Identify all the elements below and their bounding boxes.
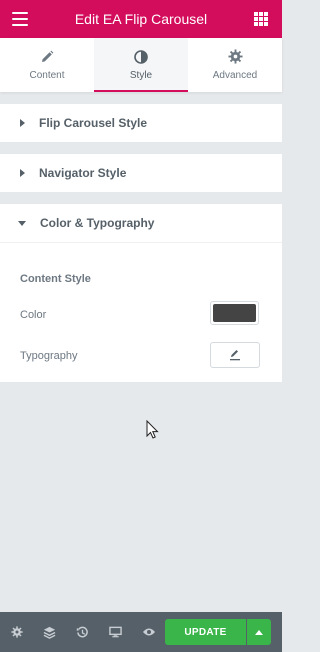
section-color-typography[interactable]: Color & Typography [0, 204, 282, 242]
update-options-button[interactable] [247, 619, 271, 645]
update-button[interactable]: UPDATE [165, 619, 246, 645]
settings-gear-icon[interactable] [0, 612, 33, 652]
responsive-desktop-icon[interactable] [99, 612, 132, 652]
tab-style-label: Style [129, 69, 153, 81]
widgets-grid-icon[interactable] [254, 12, 268, 26]
color-swatch [213, 304, 256, 322]
typography-label: Typography [20, 350, 78, 362]
group-heading: Content Style [20, 273, 91, 285]
tab-content[interactable]: Content [0, 38, 94, 92]
color-picker-button[interactable] [210, 301, 259, 325]
header-title: Edit EA Flip Carousel [74, 11, 208, 27]
tab-style[interactable]: Style [94, 38, 188, 92]
caret-up-icon [255, 629, 263, 635]
history-icon[interactable] [66, 612, 99, 652]
tab-advanced-label: Advanced [212, 70, 258, 81]
mouse-cursor-icon [146, 420, 159, 439]
section-flip-carousel-style[interactable]: Flip Carousel Style [0, 104, 282, 142]
section-navigator-style[interactable]: Navigator Style [0, 154, 282, 192]
panel-tabs: Content Style Advanced [0, 38, 282, 92]
section-title: Color & Typography [40, 216, 155, 230]
editor-footer: UPDATE [0, 612, 282, 652]
color-label: Color [20, 309, 47, 321]
caret-right-icon [20, 119, 25, 127]
gear-icon [227, 49, 243, 64]
section-title: Flip Carousel Style [39, 116, 148, 130]
caret-right-icon [20, 169, 25, 177]
caret-down-icon [18, 220, 26, 226]
navigator-layers-icon[interactable] [33, 612, 66, 652]
menu-icon[interactable] [12, 12, 28, 26]
tab-content-label: Content [29, 69, 65, 81]
color-typography-controls: Content Style Color Typography [0, 242, 282, 382]
tab-advanced[interactable]: Advanced [188, 38, 282, 92]
pencil-icon [42, 50, 54, 62]
pencil-icon [230, 350, 240, 361]
contrast-icon [134, 49, 148, 64]
preview-eye-icon[interactable] [132, 612, 165, 652]
editor-header: Edit EA Flip Carousel [0, 0, 282, 38]
section-title: Navigator Style [39, 166, 127, 180]
typography-edit-button[interactable] [210, 342, 260, 368]
